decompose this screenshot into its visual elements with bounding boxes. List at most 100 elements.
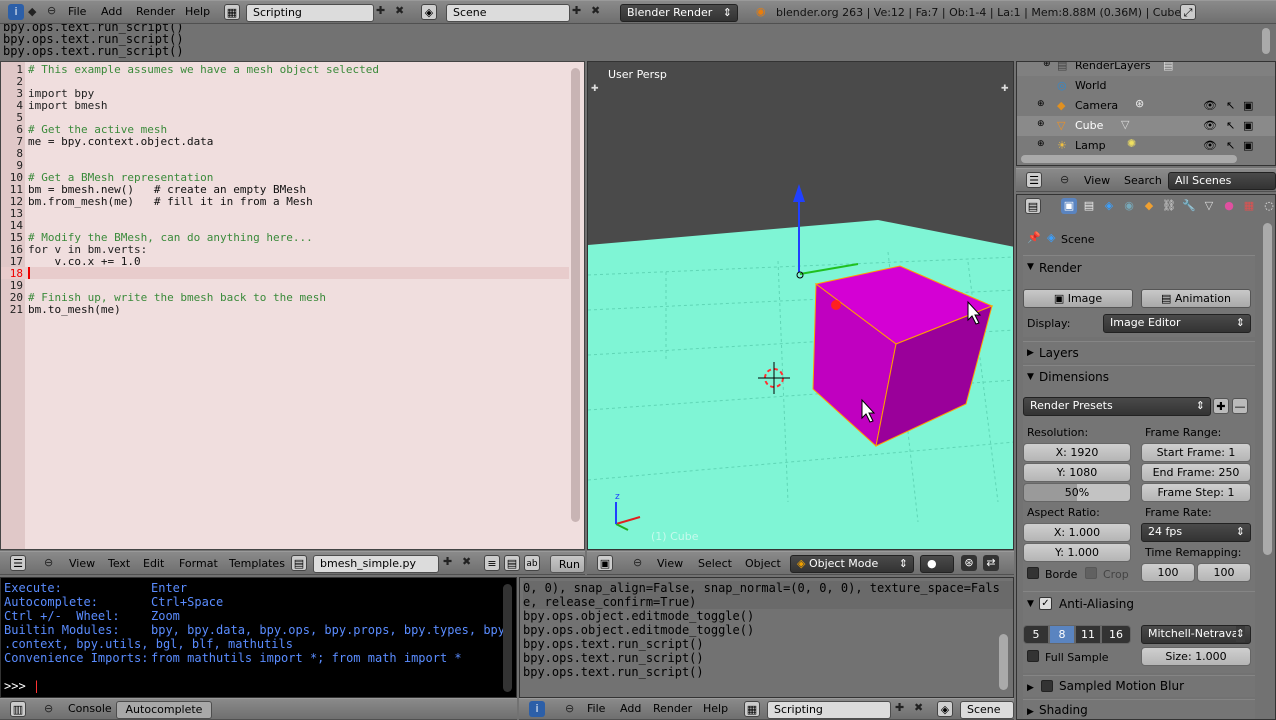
word-wrap-toggle-icon[interactable]: ▤ [504,555,520,571]
text-scrollbar[interactable] [571,68,580,522]
viewport-menu-select[interactable]: Select [698,554,732,574]
visibility-eye-icon[interactable]: 👁 [1203,139,1217,152]
info2-menu-add[interactable]: Add [620,699,641,719]
text-menu-view[interactable]: View [69,554,95,574]
outliner-item-camera[interactable]: Camera [1075,99,1118,112]
modifiers-tab-icon[interactable]: 🔧 [1181,198,1197,214]
console-scrollbar[interactable] [503,584,512,692]
shading-select[interactable]: ● [920,555,954,573]
console-prompt-line[interactable]: >>> | [4,679,40,693]
info-report-log[interactable]: 0, 0), snap_align=False, snap_normal=(0,… [519,577,1014,698]
text-datablock-icon[interactable]: ▤ [291,555,307,571]
console-type-icon[interactable]: ▥ [10,701,26,717]
select-cursor-icon[interactable]: ↖ [1226,139,1235,152]
delete-scene-icon[interactable]: ✖ [591,4,600,17]
render-presets-select[interactable]: Render Presets ⇕ [1023,397,1211,416]
end-frame-field[interactable]: End Frame: 250 [1141,463,1251,482]
expand-icon[interactable]: ⊕ [1037,139,1045,149]
info2-menu-render[interactable]: Render [653,699,692,719]
panel-collapse-icon[interactable]: ▼ [1027,599,1034,609]
layout-icon[interactable]: ▦ [744,701,760,717]
render-tab-icon[interactable]: ▣ [1061,198,1077,214]
panel-expand-icon[interactable]: ▶ [1027,707,1034,717]
scene-icon[interactable]: ◈ [937,701,953,717]
menu-help[interactable]: Help [185,2,210,22]
scene-field[interactable]: Scene [446,4,570,22]
data-tab-icon[interactable]: ▽ [1201,198,1217,214]
motion-blur-panel-title[interactable]: Sampled Motion Blur [1059,675,1184,697]
viewport-menu-object[interactable]: Object [745,554,781,574]
object-tab-icon[interactable]: ◆ [1141,198,1157,214]
code-line[interactable]: 1 # This example assumes we have a mesh o… [1,64,569,76]
world-tab-icon[interactable]: ◉ [1121,198,1137,214]
resolution-x-field[interactable]: X: 1920 [1023,443,1131,462]
render-camera-icon[interactable]: ▣ [1243,99,1253,112]
run-script-button[interactable]: Run [550,555,585,573]
remap-old-field[interactable]: 100 [1141,563,1195,582]
physics-tab-icon[interactable]: ◌ [1261,198,1275,214]
frame-step-field[interactable]: Frame Step: 1 [1141,483,1251,502]
console-tab-console[interactable]: Console [68,699,112,719]
text-editor-type-icon[interactable]: ☰ [10,555,26,571]
select-cursor-icon[interactable]: ↖ [1226,99,1235,112]
full-sample-checkbox[interactable] [1027,650,1039,662]
outliner-menu-search[interactable]: Search [1124,171,1162,191]
scene-icon[interactable]: ◈ [421,4,437,20]
render-engine-select[interactable]: Blender Render ⇕ [620,4,738,22]
syntax-highlight-toggle-icon[interactable]: ab [524,555,540,571]
expand-icon[interactable]: ⊕ [1037,99,1045,109]
info-report-scrollbar[interactable] [999,634,1008,690]
add-scene-icon[interactable]: ✚ [572,4,581,17]
collapse-icon[interactable]: ⊖ [44,556,53,569]
viewport-type-icon[interactable]: ▣ [597,555,613,571]
select-cursor-icon[interactable]: ↖ [1226,119,1235,132]
panel-expand-icon[interactable]: ▶ [1027,348,1034,358]
text-menu-text[interactable]: Text [108,554,130,574]
filter-size-field[interactable]: Size: 1.000 [1141,647,1251,666]
code-line[interactable]: 7 me = bpy.context.object.data [1,136,569,148]
code-line[interactable]: 13 [1,208,569,220]
add-layout-icon[interactable]: ✚ [895,701,904,714]
aa-sample-8[interactable]: 8 [1049,625,1075,644]
crop-checkbox[interactable] [1085,567,1097,579]
dimensions-panel-title[interactable]: Dimensions [1039,366,1109,388]
manipulator-icon[interactable]: ⇄ [983,555,999,571]
panel-expand-icon[interactable]: ▶ [1027,683,1034,693]
properties-type-icon[interactable]: ▤ [1025,198,1041,214]
menu-file[interactable]: File [68,2,86,22]
viewport-scene[interactable]: z [588,62,1014,550]
pin-icon[interactable]: 📌 [1027,231,1041,244]
collapse-icon[interactable]: ⊖ [1060,173,1069,186]
chevron-down-icon[interactable]: ◆ [28,5,36,18]
text-menu-templates[interactable]: Templates [229,554,285,574]
menu-add[interactable]: Add [101,2,122,22]
visibility-eye-icon[interactable]: 👁 [1203,119,1217,132]
outliner-filter-select[interactable]: All Scenes [1168,172,1276,190]
info2-menu-help[interactable]: Help [703,699,728,719]
expand-icon[interactable]: ⊕ [1043,62,1051,69]
outliner-row-selected[interactable] [1017,116,1275,136]
outliner[interactable]: ⊕ ▤ RenderLayers ▤ ◎ World ⊕ ◆ Camera ⊛ … [1016,61,1276,166]
outliner-scrollbar[interactable] [1021,155,1237,163]
info-scrollbar[interactable] [1262,28,1270,54]
render-camera-icon[interactable]: ▣ [1243,119,1253,132]
info-editor-icon[interactable]: i [8,4,24,20]
outliner-menu-view[interactable]: View [1084,171,1110,191]
add-preset-icon[interactable]: ✚ [1213,398,1229,414]
outliner-item-cube[interactable]: Cube [1075,119,1103,132]
menu-render[interactable]: Render [136,2,175,22]
frame-rate-select[interactable]: 24 fps ⇕ [1141,523,1251,542]
constraints-tab-icon[interactable]: ⛓ [1161,198,1177,214]
outliner-item-world[interactable]: World [1075,79,1107,92]
panel-collapse-icon[interactable]: ▼ [1027,372,1034,382]
info-editor-icon[interactable]: i [529,701,545,717]
aa-sample-11[interactable]: 11 [1075,625,1101,644]
display-select[interactable]: Image Editor ⇕ [1103,314,1251,333]
scene-tab-icon[interactable]: ◈ [1101,198,1117,214]
outliner-item-renderlayers[interactable]: RenderLayers [1075,62,1151,72]
render-animation-button[interactable]: ▤ Animation [1141,289,1251,308]
layers-panel-title[interactable]: Layers [1039,342,1079,364]
resolution-percent-field[interactable]: 50% [1023,483,1131,502]
start-frame-field[interactable]: Start Frame: 1 [1141,443,1251,462]
render-layers-tab-icon[interactable]: ▤ [1081,198,1097,214]
